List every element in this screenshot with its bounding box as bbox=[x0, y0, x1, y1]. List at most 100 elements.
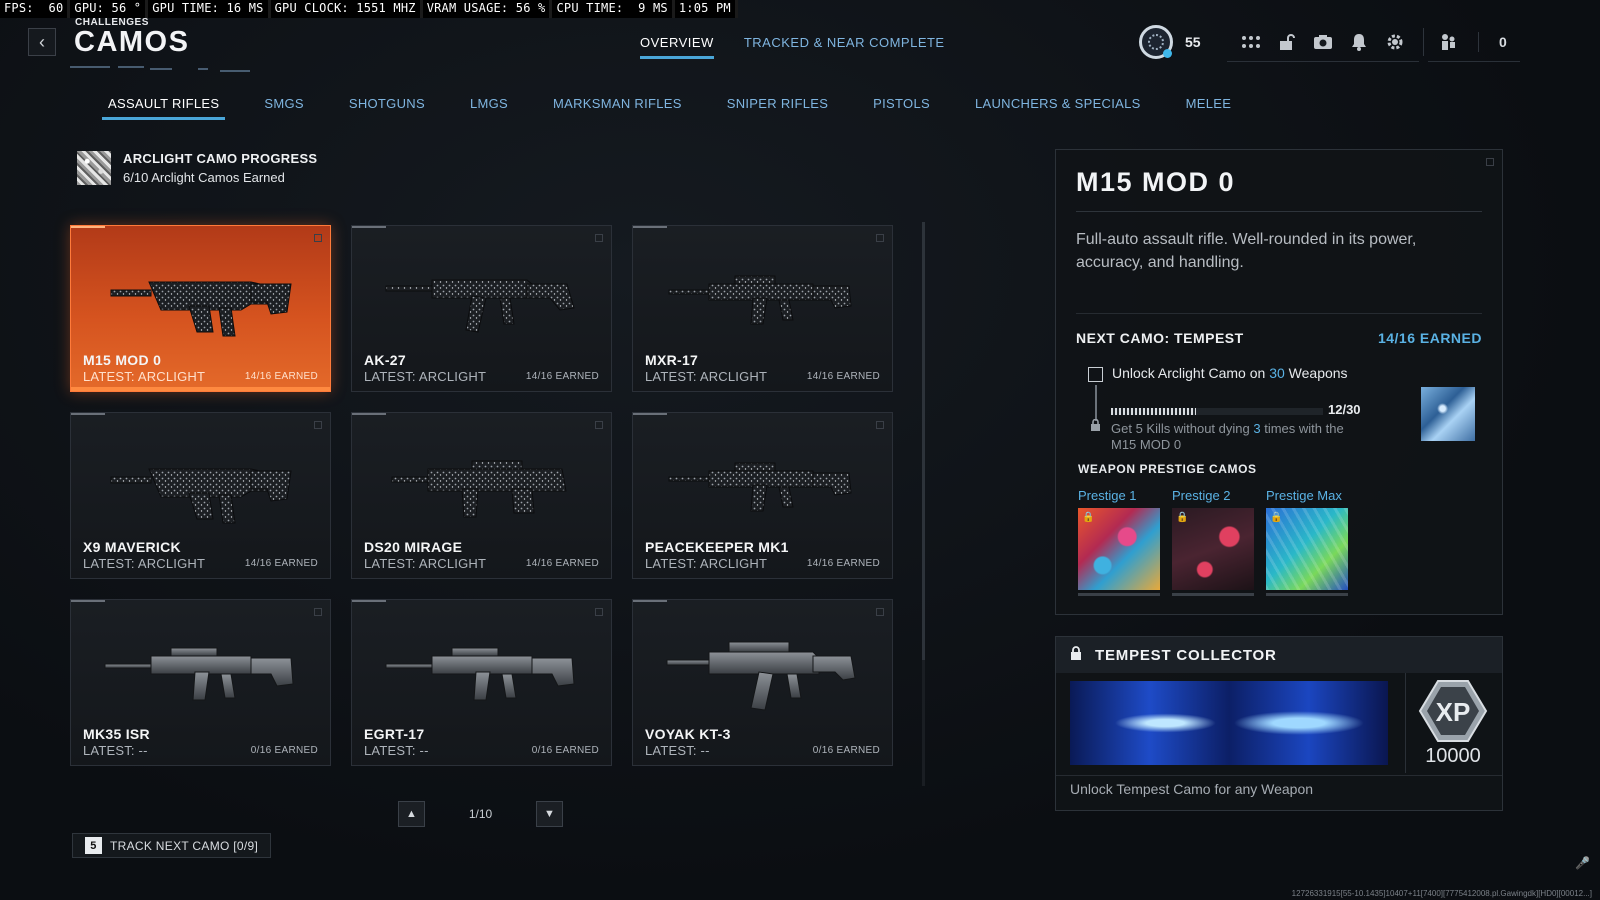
tempest-collector-panel[interactable]: TEMPEST COLLECTOR XP 10000 Unlock Tempes… bbox=[1055, 636, 1503, 811]
weapon-card-egrt-17[interactable]: EGRT-17 LATEST: -- 0/16 EARNED bbox=[351, 599, 612, 766]
tempest-camo-thumbnail[interactable] bbox=[1421, 387, 1475, 441]
xp-reward: 10000 bbox=[1425, 745, 1481, 767]
weapon-card-ak-27[interactable]: AK-27 LATEST: ARCLIGHT 14/16 EARNED bbox=[351, 225, 612, 392]
tab-smgs[interactable]: SMGS bbox=[258, 96, 309, 120]
xp-icon: XP bbox=[1418, 680, 1488, 742]
tab-sniper-rifles[interactable]: SNIPER RIFLES bbox=[721, 96, 834, 120]
weapon-image bbox=[382, 254, 582, 344]
party-icon bbox=[1438, 32, 1458, 52]
challenge-text: Unlock Arclight Camo on 30 Weapons bbox=[1112, 365, 1348, 381]
unlock-icon[interactable] bbox=[1277, 32, 1297, 52]
lock-icon: 🔒 bbox=[1082, 512, 1095, 523]
weapon-latest-camo: LATEST: -- bbox=[645, 743, 710, 758]
weapon-earned-count: 0/16 EARNED bbox=[531, 745, 599, 756]
prestige-level-icon[interactable] bbox=[1139, 25, 1173, 59]
prestige-camos-title: WEAPON PRESTIGE CAMOS bbox=[1078, 462, 1257, 476]
page-title: CAMOS bbox=[74, 26, 190, 58]
arclight-progress-count: 6/10 Arclight Camos Earned bbox=[123, 170, 285, 185]
weapon-card-mk35-isr[interactable]: MK35 ISR LATEST: -- 0/16 EARNED bbox=[70, 599, 331, 766]
vram-readout: VRAM USAGE: 56 % bbox=[423, 0, 553, 18]
weapon-image bbox=[663, 441, 863, 531]
clock-readout: 1:05 PM bbox=[675, 0, 738, 18]
detail-weapon-name: M15 MOD 0 bbox=[1076, 167, 1236, 197]
arclight-camo-thumbnail bbox=[77, 151, 111, 185]
weapon-image bbox=[663, 254, 863, 344]
prestige-1-camo[interactable]: Prestige 1 🔒 bbox=[1078, 488, 1160, 596]
chevron-up-icon: ▲ bbox=[406, 808, 417, 820]
tab-assault-rifles[interactable]: ASSAULT RIFLES bbox=[102, 96, 226, 120]
camera-icon[interactable] bbox=[1313, 32, 1333, 52]
weapon-latest-camo: LATEST: ARCLIGHT bbox=[83, 369, 206, 384]
weapon-card-voyak-kt-3[interactable]: VOYAK KT-3 LATEST: -- 0/16 EARNED bbox=[632, 599, 893, 766]
build-id: 12726331915[55-10.1435]10407+11[7400][77… bbox=[1291, 889, 1592, 898]
gpu-temp-readout: GPU: 56 ° bbox=[70, 0, 149, 18]
weapon-image bbox=[101, 254, 301, 344]
gear-icon[interactable] bbox=[1385, 32, 1405, 52]
weapon-category-tabs: ASSAULT RIFLES SMGS SHOTGUNS LMGS MARKSM… bbox=[102, 96, 1237, 120]
tab-shotguns[interactable]: SHOTGUNS bbox=[343, 96, 431, 120]
weapon-latest-camo: LATEST: -- bbox=[83, 743, 148, 758]
weapon-earned-count: 14/16 EARNED bbox=[525, 371, 599, 382]
prestige-2-camo[interactable]: Prestige 2 🔒 bbox=[1172, 488, 1254, 596]
weapon-earned-count: 14/16 EARNED bbox=[525, 558, 599, 569]
weapon-card-m15-mod-0[interactable]: M15 MOD 0 LATEST: ARCLIGHT 14/16 EARNED bbox=[70, 225, 331, 392]
bell-icon[interactable] bbox=[1349, 32, 1369, 52]
weapon-name: EGRT-17 bbox=[364, 726, 425, 742]
weapon-name: AK-27 bbox=[364, 352, 406, 368]
collector-description: Unlock Tempest Camo for any Weapon bbox=[1070, 781, 1314, 797]
page-down-button[interactable]: ▼ bbox=[536, 801, 563, 827]
prestige-max-camo[interactable]: Prestige Max 🔒 bbox=[1266, 488, 1348, 596]
player-level: 55 bbox=[1185, 34, 1201, 50]
hud-icons bbox=[1227, 22, 1419, 62]
pager: ▲ 1/10 ▼ bbox=[398, 801, 563, 827]
page-up-button[interactable]: ▲ bbox=[398, 801, 425, 827]
weapon-card-peacekeeper-mk1[interactable]: PEACEKEEPER MK1 LATEST: ARCLIGHT 14/16 E… bbox=[632, 412, 893, 579]
tempest-collector-image bbox=[1070, 681, 1388, 765]
tab-launchers-specials[interactable]: LAUNCHERS & SPECIALS bbox=[969, 96, 1147, 120]
weapon-name: MK35 ISR bbox=[83, 726, 150, 742]
lock-icon bbox=[1090, 418, 1101, 434]
lock-icon: 🔒 bbox=[1270, 512, 1283, 523]
fps-readout: FPS: 60 bbox=[0, 0, 71, 18]
grid-scrollbar[interactable] bbox=[922, 222, 925, 660]
gpu-time-readout: GPU TIME: 16 MS bbox=[148, 0, 271, 18]
tab-overview[interactable]: OVERVIEW bbox=[640, 35, 714, 59]
track-next-camo-button[interactable]: 5 TRACK NEXT CAMO [0/9] bbox=[72, 833, 272, 858]
weapon-name: X9 MAVERICK bbox=[83, 539, 181, 555]
weapon-image bbox=[663, 628, 863, 718]
prestige-label: Prestige Max bbox=[1266, 488, 1342, 503]
detail-weapon-description: Full-auto assault rifle. Well-rounded in… bbox=[1076, 231, 1417, 271]
top-tabs: OVERVIEW TRACKED & NEAR COMPLETE bbox=[640, 35, 945, 59]
svg-text:XP: XP bbox=[1436, 697, 1471, 727]
weapon-earned-count: 0/16 EARNED bbox=[250, 745, 318, 756]
challenge-progress-bar bbox=[1111, 408, 1323, 415]
weapon-name: PEACEKEEPER MK1 bbox=[645, 539, 789, 555]
tab-lmgs[interactable]: LMGS bbox=[464, 96, 514, 120]
weapon-card-mxr-17[interactable]: MXR-17 LATEST: ARCLIGHT 14/16 EARNED bbox=[632, 225, 893, 392]
weapon-card-x9-maverick[interactable]: X9 MAVERICK LATEST: ARCLIGHT 14/16 EARNE… bbox=[70, 412, 331, 579]
party-area[interactable]: 0 bbox=[1428, 22, 1520, 62]
tab-pistols[interactable]: PISTOLS bbox=[867, 96, 936, 120]
grid-menu-icon[interactable] bbox=[1241, 32, 1261, 52]
cpu-time-readout: CPU TIME: 9 MS bbox=[552, 0, 675, 18]
arclight-progress-title: ARCLIGHT CAMO PROGRESS bbox=[123, 151, 318, 166]
weapon-detail-panel: M15 MOD 0 Full-auto assault rifle. Well-… bbox=[1055, 149, 1503, 615]
prestige-label: Prestige 2 bbox=[1172, 488, 1231, 503]
prestige-label: Prestige 1 bbox=[1078, 488, 1137, 503]
weapon-latest-camo: LATEST: ARCLIGHT bbox=[364, 556, 487, 571]
challenge-progress-count: 12/30 bbox=[1328, 402, 1361, 417]
party-count: 0 bbox=[1499, 33, 1507, 50]
weapon-name: M15 MOD 0 bbox=[83, 352, 162, 368]
tab-marksman-rifles[interactable]: MARKSMAN RIFLES bbox=[547, 96, 688, 120]
weapon-image bbox=[382, 441, 582, 531]
weapon-earned-count: 14/16 EARNED bbox=[806, 371, 880, 382]
challenge-checkbox[interactable] bbox=[1088, 367, 1103, 382]
back-button[interactable]: ‹ bbox=[28, 28, 56, 56]
tab-melee[interactable]: MELEE bbox=[1180, 96, 1238, 120]
weapon-latest-camo: LATEST: ARCLIGHT bbox=[645, 369, 768, 384]
arclight-progress: ARCLIGHT CAMO PROGRESS 6/10 Arclight Cam… bbox=[77, 151, 317, 185]
performance-overlay: FPS: 60 GPU: 56 ° GPU TIME: 16 MS GPU CL… bbox=[0, 0, 738, 18]
tab-tracked-near-complete[interactable]: TRACKED & NEAR COMPLETE bbox=[744, 35, 945, 59]
next-camo-earned: 14/16 EARNED bbox=[1377, 330, 1482, 346]
weapon-card-ds20-mirage[interactable]: DS20 MIRAGE LATEST: ARCLIGHT 14/16 EARNE… bbox=[351, 412, 612, 579]
